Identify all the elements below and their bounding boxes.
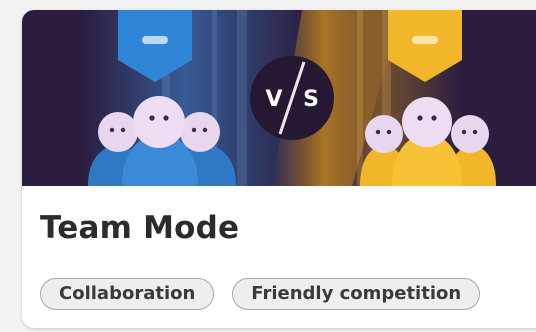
tag-friendly-competition: Friendly competition bbox=[232, 278, 481, 310]
tag-collaboration: Collaboration bbox=[40, 278, 215, 310]
versus-badge-icon: V S bbox=[250, 56, 334, 140]
team-mode-banner-illustration: V S bbox=[22, 10, 536, 186]
card-title: Team Mode bbox=[40, 210, 240, 246]
team-mode-card[interactable]: V S Team Mode Collaboration Friendly com… bbox=[22, 10, 536, 328]
tag-list: Collaboration Friendly competition bbox=[40, 278, 481, 310]
versus-right-letter: S bbox=[303, 87, 319, 112]
versus-left-letter: V bbox=[265, 87, 282, 112]
